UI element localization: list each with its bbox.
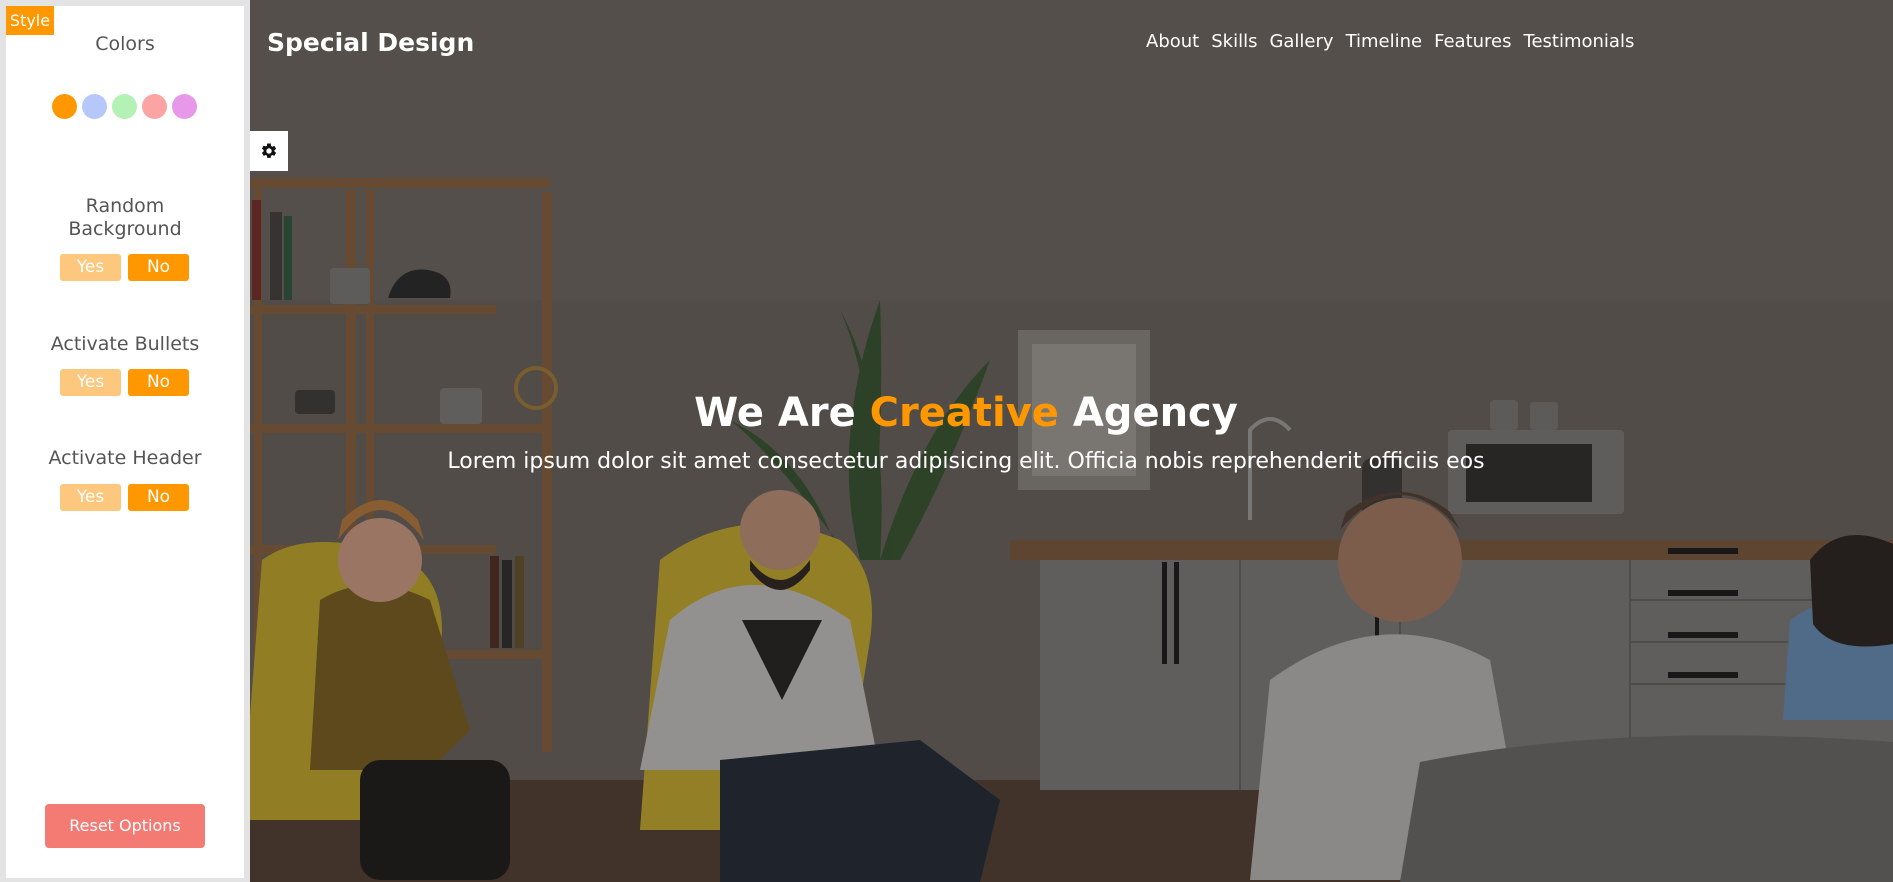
introduction-text: We Are Creative Agency Lorem ipsum dolor… xyxy=(250,384,1682,480)
header-options: Yes No xyxy=(60,484,189,511)
intro-heading-start: We Are xyxy=(694,390,870,436)
main-nav: About Skills Gallery Timeline Features T… xyxy=(1146,28,1634,56)
color-option-orange[interactable] xyxy=(52,94,77,119)
intro-heading: We Are Creative Agency xyxy=(250,384,1682,442)
header-option-title: Activate Header xyxy=(48,447,202,469)
bullets-no-button[interactable]: No xyxy=(128,369,189,396)
color-option-green[interactable] xyxy=(112,94,137,119)
nav-link-skills[interactable]: Skills xyxy=(1211,28,1257,56)
colors-list xyxy=(52,94,197,119)
header-no-button[interactable]: No xyxy=(128,484,189,511)
gear-icon xyxy=(261,143,277,158)
header-yes-button[interactable]: Yes xyxy=(60,484,121,511)
random-background-title: Random Background xyxy=(68,195,182,240)
random-background-options: Yes No xyxy=(60,254,189,281)
intro-paragraph: Lorem ipsum dolor sit amet consectetur a… xyxy=(447,449,1485,474)
reset-options-button[interactable]: Reset Options xyxy=(45,804,205,848)
random-background-no-button[interactable]: No xyxy=(128,254,189,281)
landing-section: Special Design About Skills Gallery Time… xyxy=(250,0,1893,882)
colors-title: Colors xyxy=(95,33,155,55)
color-option-purple[interactable] xyxy=(172,94,197,119)
bullets-title: Activate Bullets xyxy=(50,333,200,355)
nav-link-features[interactable]: Features xyxy=(1434,28,1511,56)
random-background-yes-button[interactable]: Yes xyxy=(60,254,121,281)
bullets-yes-button[interactable]: Yes xyxy=(60,369,121,396)
settings-box: Style Colors Random Background Yes No Ac… xyxy=(0,0,250,882)
nav-link-timeline[interactable]: Timeline xyxy=(1346,28,1423,56)
site-header: Special Design About Skills Gallery Time… xyxy=(250,0,1893,84)
intro-heading-accent: Creative xyxy=(869,390,1059,436)
settings-toggle-button[interactable] xyxy=(250,131,288,171)
style-tag: Style xyxy=(6,6,54,35)
settings-panel xyxy=(6,6,244,878)
nav-link-gallery[interactable]: Gallery xyxy=(1269,28,1333,56)
nav-link-about[interactable]: About xyxy=(1146,28,1199,56)
nav-link-testimonials[interactable]: Testimonials xyxy=(1524,28,1635,56)
page: Style Colors Random Background Yes No Ac… xyxy=(0,0,1893,882)
color-option-red[interactable] xyxy=(142,94,167,119)
intro-heading-end: Agency xyxy=(1058,390,1238,436)
color-option-blue[interactable] xyxy=(82,94,107,119)
site-logo[interactable]: Special Design xyxy=(267,27,474,59)
bullets-options: Yes No xyxy=(60,369,189,396)
